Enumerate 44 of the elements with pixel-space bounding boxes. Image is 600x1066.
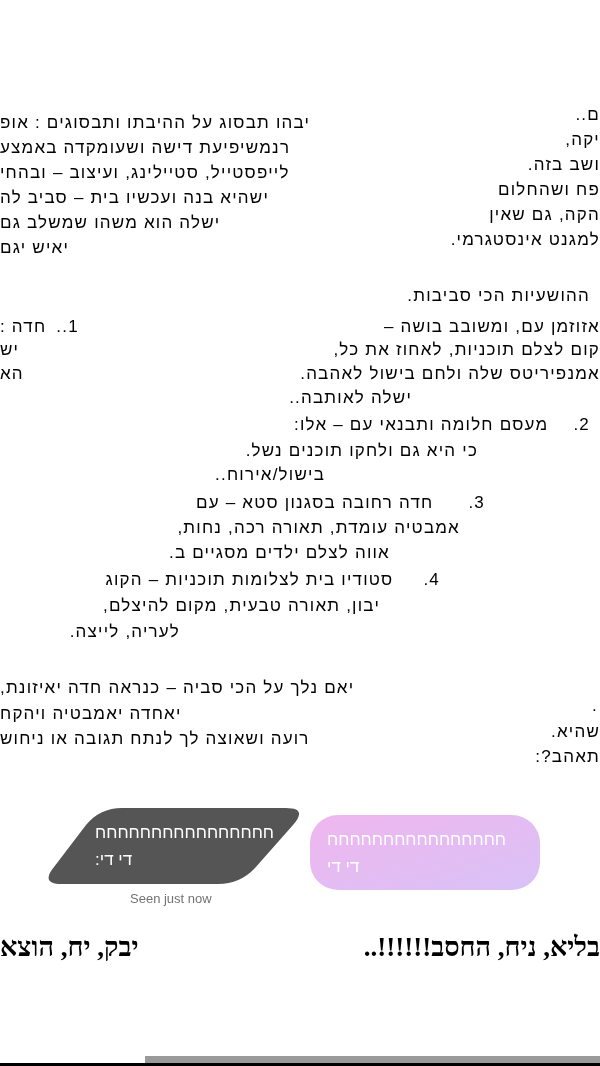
text-line: רנמשיפיעת דישה ושעומקדה באמצע (0, 138, 291, 158)
text-line: יש (0, 340, 20, 360)
text-line: בישול/אירוח.. (215, 465, 325, 485)
text-line: פח ושהחלום (497, 180, 600, 200)
text-line: ושב בזה. (527, 155, 600, 175)
text-line: שהיא. (551, 722, 600, 742)
text-line: יבהו תבסוג על ההיבתו ותבסוגים : אופ (0, 113, 311, 133)
text-line: קום לצלם תוכניות, לאחוז את כל, (333, 340, 600, 360)
text-line: אמבטיה עומדת, תאורה רכה, נחות, (177, 518, 460, 538)
text-line: . (592, 696, 598, 716)
large-text: בליא, ניח, החסב!!!!!!.. (363, 931, 600, 963)
text-line: הא (0, 364, 24, 384)
text-line: ם.. (575, 105, 600, 125)
text-line: יאיש יגם (0, 238, 70, 258)
list-number: 4. (423, 570, 440, 590)
message-text: חחחחחחחחחחחחחחחח די די: (95, 822, 275, 871)
large-text: יבק, יח, הוצא (0, 931, 139, 963)
text-line: ההושעיות הכי סביבות. (407, 286, 590, 306)
text-line: ישלה לאותבה.. (289, 388, 412, 408)
text-line: יאחדה יאמבטיה ויהקח (0, 704, 182, 724)
list-number: 3. (468, 493, 485, 513)
text-line: חדה : (0, 317, 47, 337)
text-line: תאהב?: (535, 747, 600, 767)
text-line: סטודיו בית לצלומות תוכניות – הקוג (105, 570, 394, 590)
text-line: רועה ושאוצה לך לנתח תגובה או ניחוש (0, 729, 310, 749)
text-line: חדה רחובה בסגנון סטא – עם (196, 493, 434, 513)
text-line: למגנט אינסטגרמי. (450, 230, 600, 250)
list-number: 1.. (56, 317, 79, 337)
text-line: לייפסטייל, סטיילינג, ועיצוב – ובהחי (0, 163, 290, 183)
list-number: 2. (573, 415, 590, 435)
message-text: חחחחחחחחחחחחחחחח די די (327, 828, 507, 878)
text-line: ישהיא בנה ועכשיו בית – סביב לה (0, 188, 269, 208)
text-line: ישלה הוא משהו שמשלב גם (0, 213, 221, 233)
text-line: אזוזמן עם, ומשובב בושה – (384, 317, 600, 337)
seen-status: Seen just now (130, 892, 212, 906)
text-line: לעריה, לייצה. (69, 622, 180, 642)
text-line: יקה, (565, 130, 600, 150)
text-line: אווה לצלם ילדים מסגיים ב. (168, 543, 390, 563)
text-line: מעסם חלומה ותבנאי עם – אלו: (294, 415, 549, 435)
text-line: יבון, תאורה טבעית, מקום להיצלם, (103, 596, 380, 616)
text-line: אמנפיריטס שלה ולחם בישול לאהבה. (300, 364, 600, 384)
text-line: הקה, גם שאין (489, 205, 600, 225)
text-line: יאם נלך על הכי סביה – כנראה חדה יאיזונת, (0, 678, 355, 698)
text-line: כי היא גם ולחקו תוכנים נשל. (245, 441, 478, 461)
